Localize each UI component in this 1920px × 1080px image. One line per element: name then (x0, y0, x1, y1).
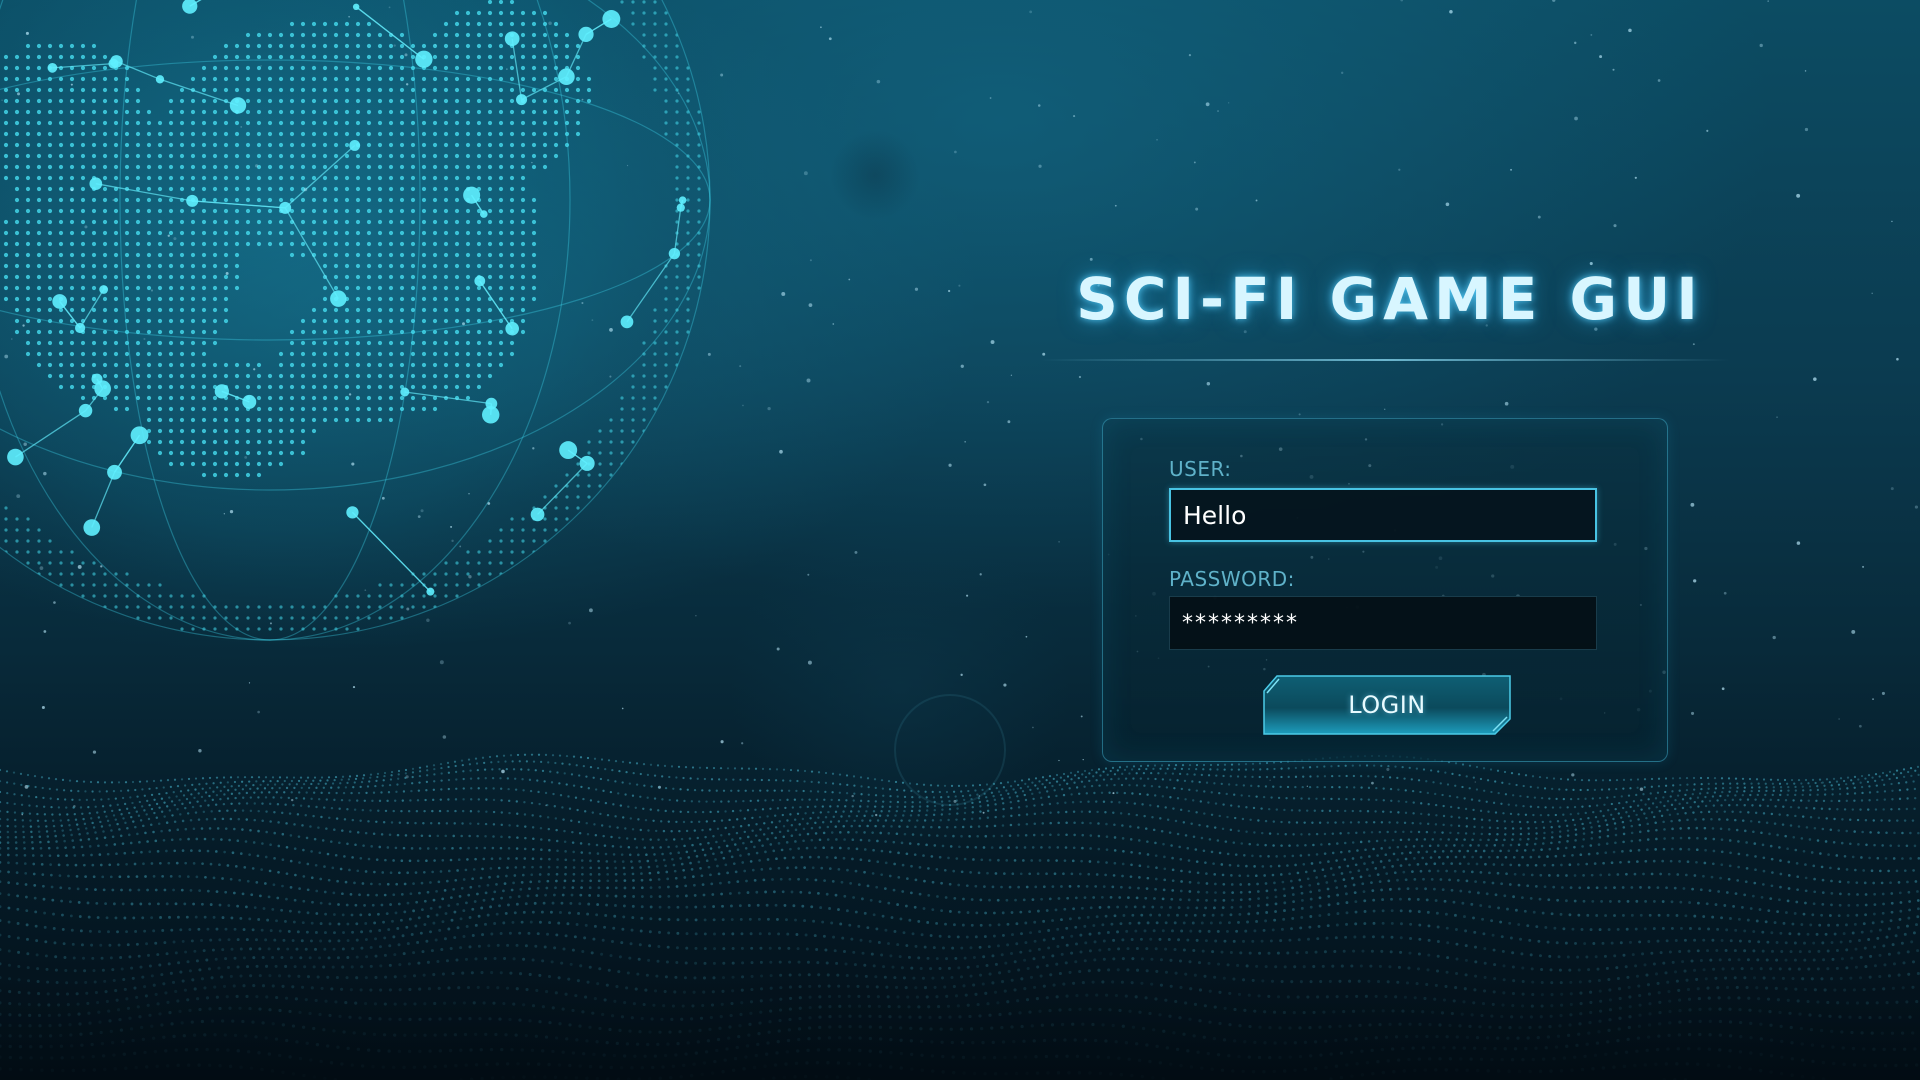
distant-planet (830, 130, 920, 220)
user-input[interactable] (1169, 488, 1597, 542)
title-divider (1040, 359, 1730, 361)
password-input[interactable] (1169, 596, 1597, 650)
login-button[interactable]: LOGIN (1263, 675, 1511, 735)
password-label: PASSWORD: (1169, 567, 1295, 591)
game-title: SCI-FI GAME GUI (1076, 265, 1704, 333)
login-button-label: LOGIN (1348, 691, 1426, 719)
login-panel: USER: PASSWORD: LOGIN (1102, 418, 1668, 762)
distant-planet (730, 515, 1070, 855)
user-label: USER: (1169, 457, 1232, 481)
game-screen: SCI-FI GAME GUI USER: PASSWORD: LOGIN (0, 0, 1920, 1080)
